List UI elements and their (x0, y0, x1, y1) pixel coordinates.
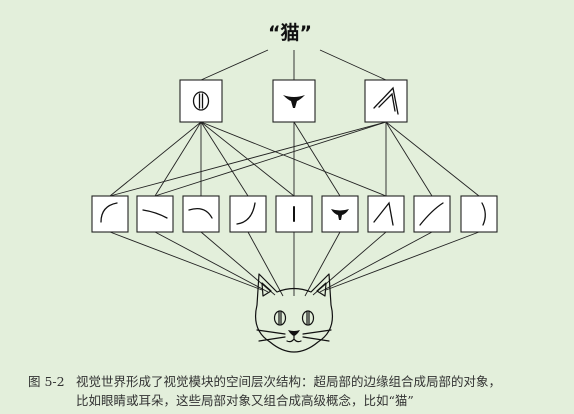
edge-vertical-bar (275, 195, 313, 233)
edge-nose-shape (321, 195, 359, 233)
part-nose (272, 79, 316, 123)
caption-text-1: 视觉世界形成了视觉模块的空间层次结构：超局部的边缘组合成局部的对象， (76, 374, 502, 389)
edge-curve-rise (229, 195, 267, 233)
figure-number: 图 5-2 (28, 374, 65, 389)
figure-caption: 图 5-2 视觉世界形成了视觉模块的空间层次结构：超局部的边缘组合成局部的对象， … (28, 372, 568, 410)
edge-diagonal-curve (413, 195, 451, 233)
figure: “猫” 图 5-2 视觉世界形成了视觉模块的空间层次结构：超局部的边缘组合成局部… (0, 0, 574, 414)
concept-connections (200, 49, 387, 81)
hierarchy-diagram (91, 49, 498, 353)
part-ear (364, 79, 408, 123)
edge-ear-corner (367, 195, 405, 233)
edge-curve-down (136, 195, 174, 233)
edge-cat-connections (109, 231, 480, 297)
part-eye (179, 79, 223, 123)
caption-line-1: 图 5-2 视觉世界形成了视觉模块的空间层次结构：超局部的边缘组合成局部的对象， (28, 372, 568, 391)
edge-arc-left (91, 195, 129, 233)
edge-boxes (91, 195, 498, 233)
part-edge-connections (109, 121, 480, 197)
edge-arc-top (182, 195, 220, 233)
edge-curve-right (460, 195, 498, 233)
caption-line-2: 比如眼睛或耳朵，这些局部对象又组合成高级概念，比如“猫” (76, 393, 414, 408)
